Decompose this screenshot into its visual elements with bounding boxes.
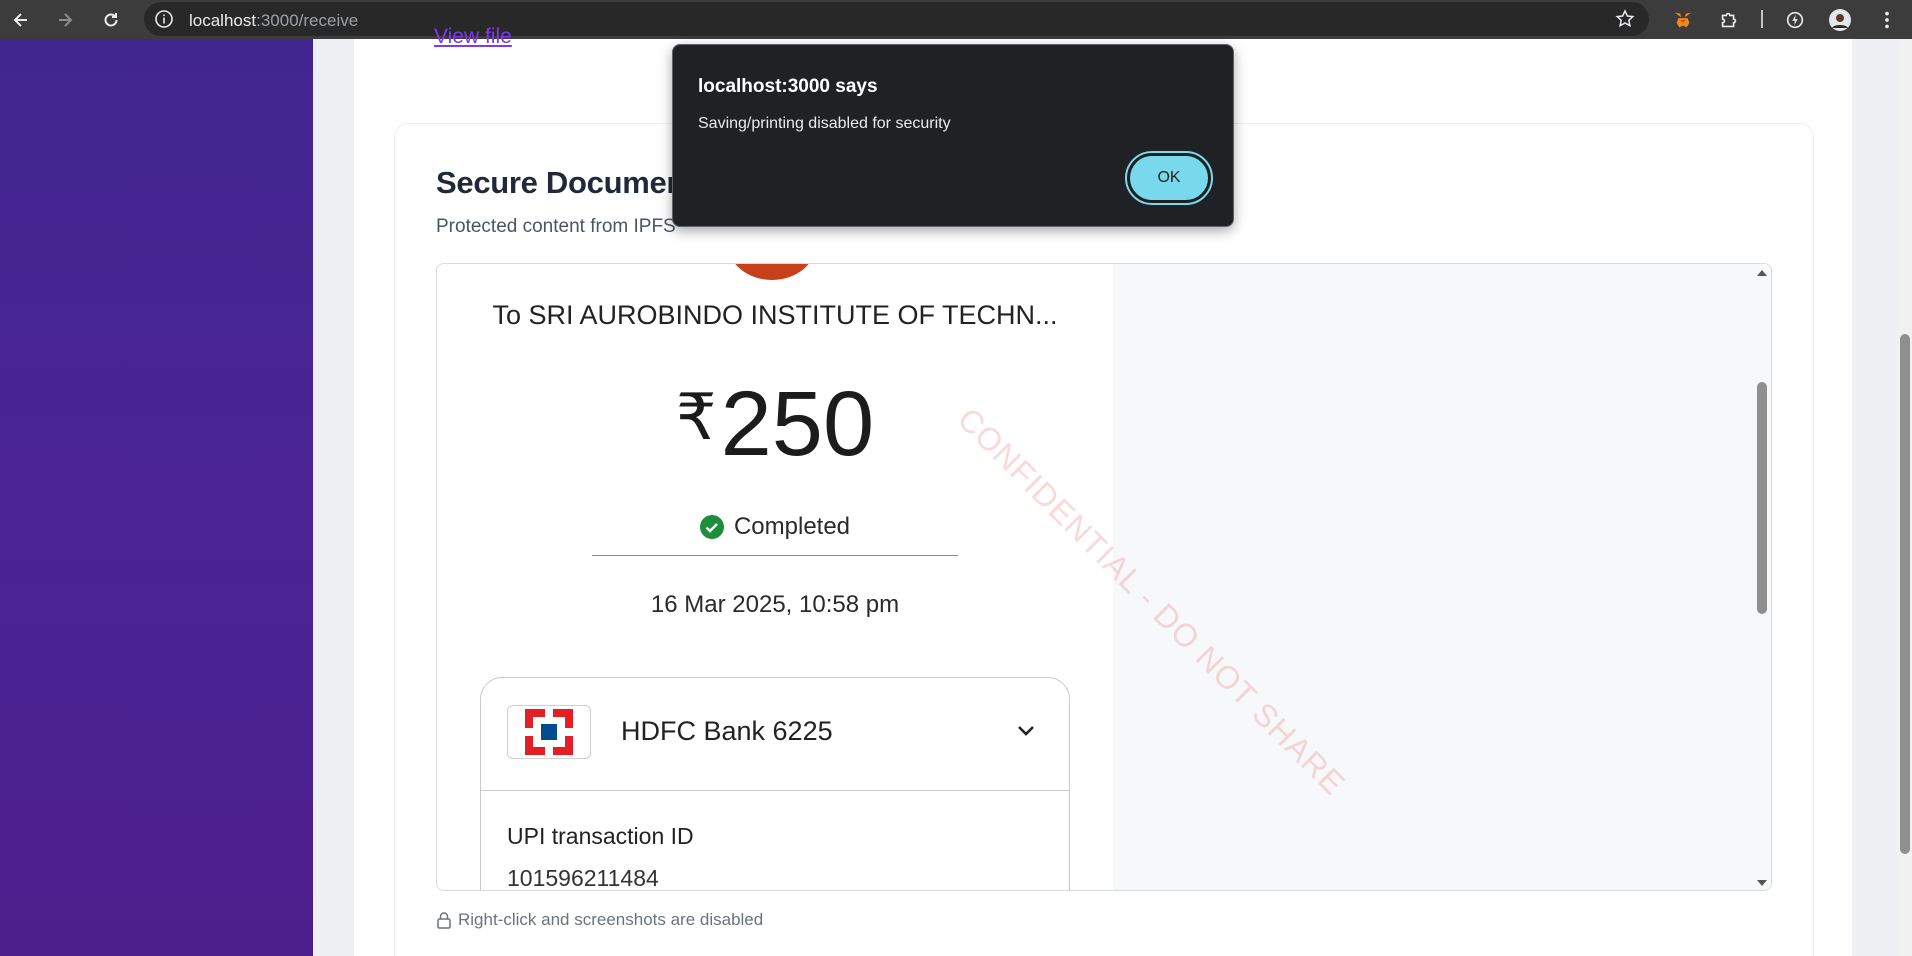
lock-icon xyxy=(437,912,451,929)
back-icon[interactable] xyxy=(6,5,36,35)
alert-dialog: localhost:3000 says Saving/printing disa… xyxy=(672,44,1234,227)
bank-name: HDFC Bank 6225 xyxy=(621,716,833,746)
performance-icon[interactable] xyxy=(1783,8,1807,32)
currency-symbol: ₹ xyxy=(675,381,717,453)
ok-button[interactable]: OK xyxy=(1125,151,1213,205)
scroll-up-arrow-icon[interactable] xyxy=(1756,268,1768,278)
menu-kebab-icon[interactable] xyxy=(1875,8,1899,32)
reload-icon[interactable] xyxy=(96,5,126,35)
browser-toolbar: localhost:3000/receive xyxy=(0,0,1912,39)
url-text[interactable]: localhost:3000/receive xyxy=(189,11,358,31)
amount-value: 250 xyxy=(720,373,875,475)
viewer-scrollbar[interactable] xyxy=(1753,264,1771,890)
app-sidebar xyxy=(0,39,313,956)
viewer-scroll-thumb[interactable] xyxy=(1757,382,1767,614)
forward-icon[interactable] xyxy=(50,5,80,35)
upi-transaction-id: 101596211484 xyxy=(507,865,659,891)
dialog-message: Saving/printing disabled for security xyxy=(698,115,951,132)
page-scrollbar[interactable] xyxy=(1898,39,1912,956)
check-circle-icon xyxy=(699,515,724,539)
hdfc-logo-icon xyxy=(507,705,591,759)
page-subtitle: Protected content from IPFS xyxy=(436,216,676,237)
toolbar-separator xyxy=(1761,10,1763,28)
profile-avatar-icon[interactable] xyxy=(1828,8,1852,32)
chevron-down-icon xyxy=(1018,726,1034,736)
document-viewer[interactable]: To SRI AUROBINDO INSTITUTE OF TECHN... ₹… xyxy=(436,263,1772,891)
payee-name: To SRI AUROBINDO INSTITUTE OF TECHN... xyxy=(492,300,1058,330)
divider xyxy=(592,555,958,556)
view-file-link[interactable]: View file xyxy=(434,25,512,49)
payee-logo xyxy=(727,264,817,280)
document-page: To SRI AUROBINDO INSTITUTE OF TECHN... ₹… xyxy=(437,264,1113,891)
bookmark-star-icon[interactable] xyxy=(1615,9,1635,29)
address-bar[interactable]: localhost:3000/receive xyxy=(144,2,1649,36)
metamask-fox-icon[interactable] xyxy=(1671,8,1695,32)
bank-details-box: HDFC Bank 6225 UPI transaction ID 101596… xyxy=(480,677,1070,891)
page-title: Secure Document xyxy=(436,165,696,200)
page-scroll-thumb[interactable] xyxy=(1900,334,1910,854)
status-label: Completed xyxy=(733,513,851,540)
payment-status: Completed xyxy=(437,513,1113,541)
extensions-puzzle-icon[interactable] xyxy=(1717,8,1741,32)
payment-datetime: 16 Mar 2025, 10:58 pm xyxy=(650,591,900,618)
scroll-down-arrow-icon[interactable] xyxy=(1756,878,1768,888)
dialog-title: localhost:3000 says xyxy=(698,76,878,97)
security-note-text: Right-click and screenshots are disabled xyxy=(458,910,764,929)
upi-label: UPI transaction ID xyxy=(507,823,694,849)
secure-document-card: Secure Document Protected content from I… xyxy=(394,123,1814,956)
site-info-icon[interactable] xyxy=(154,9,174,29)
bank-divider xyxy=(481,790,1069,791)
security-note: Right-click and screenshots are disabled xyxy=(436,910,763,930)
